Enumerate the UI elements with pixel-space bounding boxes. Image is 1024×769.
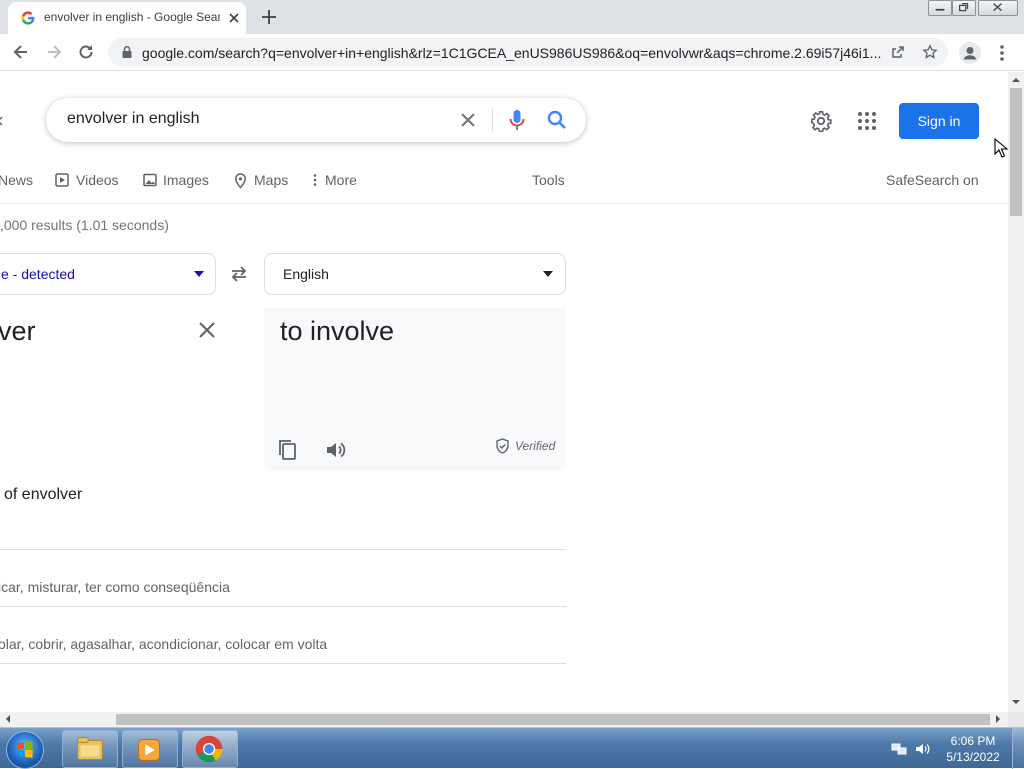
horizontal-scroll-thumb[interactable]	[116, 714, 990, 725]
scrollbar-corner	[1008, 712, 1024, 727]
speaker-listen-icon[interactable]	[324, 439, 346, 461]
url-text[interactable]: google.com/search?q=envolver+in+english&…	[142, 45, 882, 61]
windows-logo-icon	[17, 741, 33, 758]
taskbar-explorer-button[interactable]	[62, 730, 118, 768]
source-language-select[interactable]: e - detected	[0, 253, 216, 295]
video-play-icon	[55, 173, 69, 187]
scroll-left-arrow-icon[interactable]	[4, 715, 12, 723]
close-window-button[interactable]	[978, 0, 1018, 16]
close-tab-icon[interactable]	[226, 10, 242, 26]
google-favicon-icon	[21, 11, 35, 25]
definition-line: olar, cobrir, agasalhar, acondicionar, c…	[0, 636, 328, 652]
browser-tab[interactable]: envolver in english - Google Search	[8, 2, 246, 34]
translation-output-panel: to involve Verified	[264, 308, 566, 471]
tab-maps-label: Maps	[254, 172, 289, 188]
target-language-label: English	[283, 266, 329, 282]
clear-search-icon[interactable]	[458, 110, 478, 130]
chrome-icon	[195, 735, 223, 763]
scroll-right-arrow-icon[interactable]	[994, 715, 1002, 723]
tab-maps[interactable]: Maps	[234, 172, 289, 189]
folder-icon	[77, 737, 103, 760]
source-language-label: e - detected	[1, 266, 75, 282]
image-icon	[143, 173, 157, 187]
address-bar[interactable]: google.com/search?q=envolver+in+english&…	[108, 38, 948, 67]
minimize-window-button[interactable]	[928, 0, 952, 16]
media-player-icon	[138, 739, 160, 761]
tab-news-label: News	[0, 172, 34, 188]
safesearch-toggle[interactable]: SafeSearch on	[886, 172, 979, 188]
voice-search-mic-icon[interactable]	[506, 108, 528, 132]
result-stats: ,000 results (1.01 seconds)	[0, 217, 169, 233]
definition-line: icar, misturar, ter como conseqüência	[0, 579, 230, 595]
restore-icon	[959, 3, 969, 12]
mouse-cursor-icon	[994, 138, 1008, 158]
tab-videos-label: Videos	[76, 172, 119, 188]
search-query-input[interactable]: envolver in english	[67, 110, 200, 128]
search-magnifier-icon[interactable]	[546, 109, 568, 131]
clock-date: 5/13/2022	[946, 750, 1000, 764]
search-divider	[492, 108, 493, 132]
translation-output-text: to involve	[280, 316, 395, 346]
clear-source-icon[interactable]	[198, 321, 216, 339]
system-clock[interactable]: 6:06 PM 5/13/2022	[938, 733, 1008, 765]
start-button[interactable]	[6, 731, 44, 769]
volume-icon[interactable]	[914, 741, 930, 757]
source-text-input[interactable]: ver	[0, 316, 36, 347]
profile-avatar-button[interactable]	[959, 42, 981, 64]
swap-languages-icon[interactable]	[229, 265, 249, 283]
restore-window-button[interactable]	[952, 0, 976, 16]
verified-label: Verified	[515, 439, 556, 453]
minimize-icon	[935, 8, 945, 11]
tab-more-label: More	[325, 172, 357, 188]
shield-check-icon	[496, 438, 509, 454]
tab-images-label: Images	[163, 172, 209, 188]
settings-gear-icon[interactable]	[810, 110, 832, 132]
bookmark-star-icon[interactable]	[922, 44, 938, 60]
browser-toolbar: google.com/search?q=envolver+in+english&…	[0, 34, 1024, 71]
reload-icon[interactable]	[76, 42, 96, 62]
chevron-down-icon	[543, 271, 553, 277]
network-icon[interactable]	[891, 742, 907, 756]
share-icon[interactable]	[890, 44, 906, 60]
tools-button[interactable]: Tools	[532, 172, 565, 188]
chevron-left-icon	[0, 116, 3, 126]
clock-time: 6:06 PM	[950, 734, 996, 748]
search-nav-tabs: News Videos Images Maps More Tools SafeS…	[0, 168, 1008, 204]
lock-icon[interactable]	[120, 45, 134, 59]
tab-videos[interactable]: Videos	[55, 172, 119, 188]
new-tab-icon[interactable]	[259, 7, 279, 27]
horizontal-scrollbar[interactable]	[0, 712, 1008, 727]
search-box[interactable]: envolver in english	[46, 98, 586, 142]
tab-title: envolver in english - Google Search	[44, 10, 220, 24]
taskbar-chrome-button[interactable]	[182, 730, 238, 768]
sign-in-button[interactable]: Sign in	[899, 103, 979, 139]
forward-arrow-icon[interactable]	[44, 42, 64, 62]
copy-icon[interactable]	[277, 438, 297, 462]
close-window-icon	[993, 3, 1002, 12]
scroll-up-arrow-icon[interactable]	[1012, 76, 1020, 84]
person-icon	[963, 47, 977, 60]
google-apps-grid-icon[interactable]	[857, 111, 877, 131]
divider	[0, 663, 566, 664]
divider	[0, 549, 566, 550]
tab-strip: envolver in english - Google Search	[0, 0, 1024, 34]
vertical-scrollbar[interactable]	[1008, 72, 1024, 712]
target-language-select[interactable]: English	[264, 253, 566, 295]
back-arrow-icon[interactable]	[11, 42, 31, 62]
map-pin-icon	[234, 173, 247, 189]
definitions-heading: of envolver	[4, 486, 83, 503]
search-results-page: envolver in english Sign in News Videos …	[0, 72, 1008, 712]
divider	[0, 606, 566, 607]
scroll-down-arrow-icon[interactable]	[1012, 698, 1020, 706]
show-desktop-button[interactable]	[1012, 728, 1024, 769]
chevron-down-icon	[194, 271, 204, 277]
windows-taskbar: 6:06 PM 5/13/2022	[0, 727, 1024, 769]
taskbar-media-player-button[interactable]	[122, 730, 178, 768]
more-vertical-icon	[313, 174, 317, 186]
tab-news[interactable]: News	[0, 172, 33, 188]
kebab-menu-icon[interactable]	[996, 44, 1008, 62]
tab-images[interactable]: Images	[143, 172, 209, 188]
tab-more[interactable]: More	[312, 172, 357, 188]
vertical-scroll-thumb[interactable]	[1010, 88, 1022, 216]
